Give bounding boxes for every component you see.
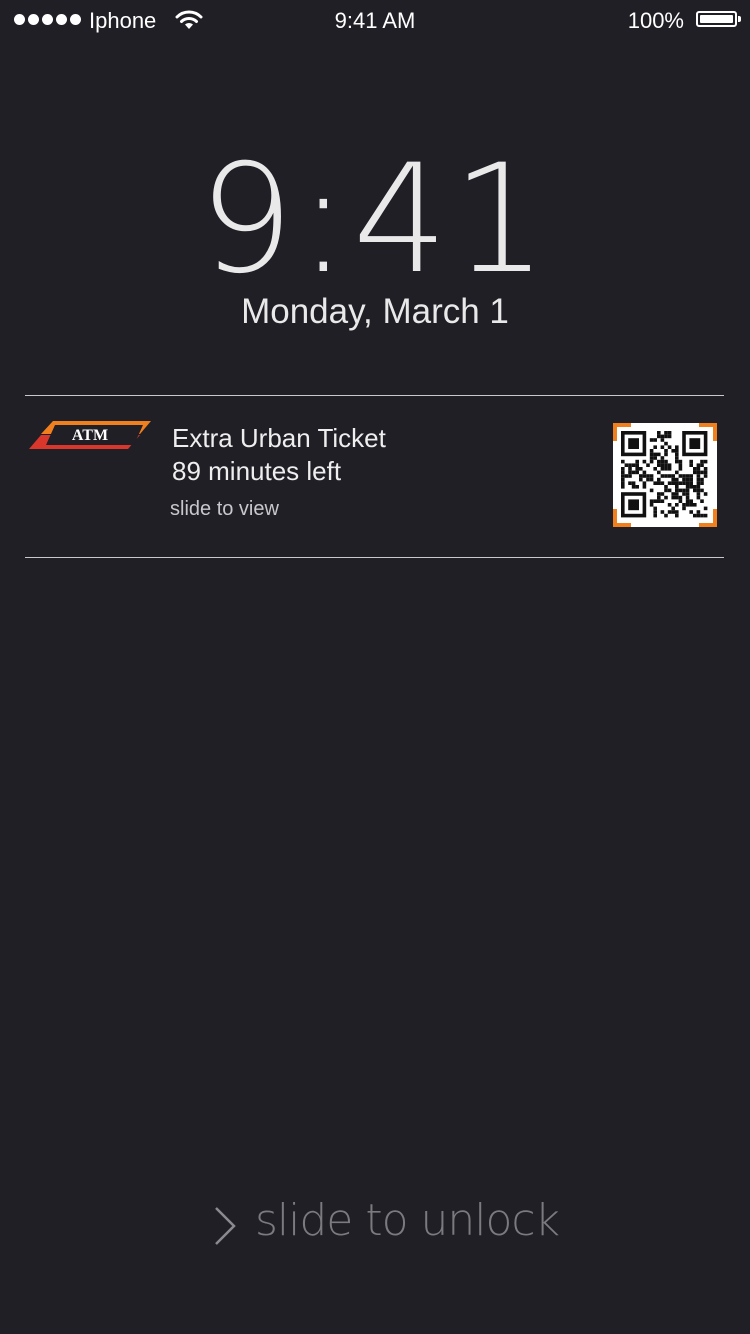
- qr-code-icon[interactable]: [613, 423, 717, 527]
- notification-subtitle: 89 minutes left: [172, 456, 342, 486]
- chevron-right-icon: [215, 1207, 236, 1245]
- slide-to-unlock-label: slide to unlock: [255, 1195, 560, 1246]
- battery-icon: [696, 11, 741, 27]
- atm-logo: ATM: [29, 421, 151, 449]
- lock-screen-date: Monday, March 1: [241, 292, 509, 331]
- lock-screen: Iphone 9:41 AM 100% 9:41 Monday, March 1…: [0, 0, 750, 1334]
- status-bar: Iphone 9:41 AM 100%: [0, 0, 750, 40]
- slide-to-view-hint: slide to view: [170, 498, 279, 520]
- lock-screen-time: 9:41: [198, 133, 552, 307]
- atm-logo-text: ATM: [72, 427, 108, 444]
- divider: [25, 557, 724, 558]
- battery-percentage: 100%: [627, 8, 684, 33]
- slide-to-unlock[interactable]: slide to unlock: [0, 1195, 750, 1255]
- ticket-notification[interactable]: ATM Extra Urban Ticket 89 minutes left s…: [0, 396, 750, 557]
- notification-title: Extra Urban Ticket: [172, 423, 386, 453]
